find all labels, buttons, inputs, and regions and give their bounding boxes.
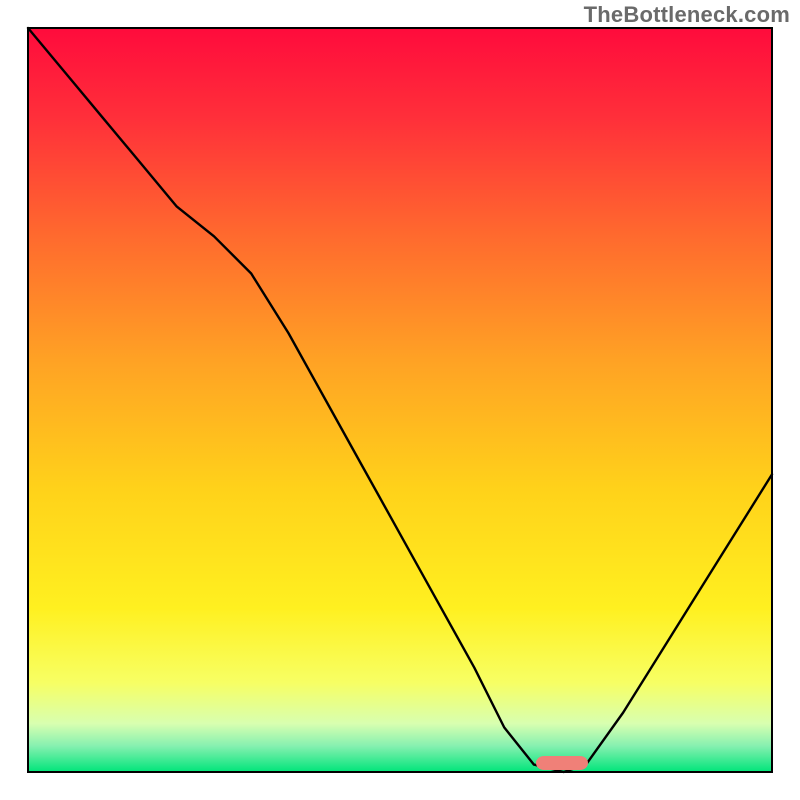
optimal-zone-marker: [536, 756, 588, 770]
bottleneck-chart: [0, 0, 800, 800]
chart-stage: TheBottleneck.com: [0, 0, 800, 800]
plot-background: [28, 28, 772, 772]
